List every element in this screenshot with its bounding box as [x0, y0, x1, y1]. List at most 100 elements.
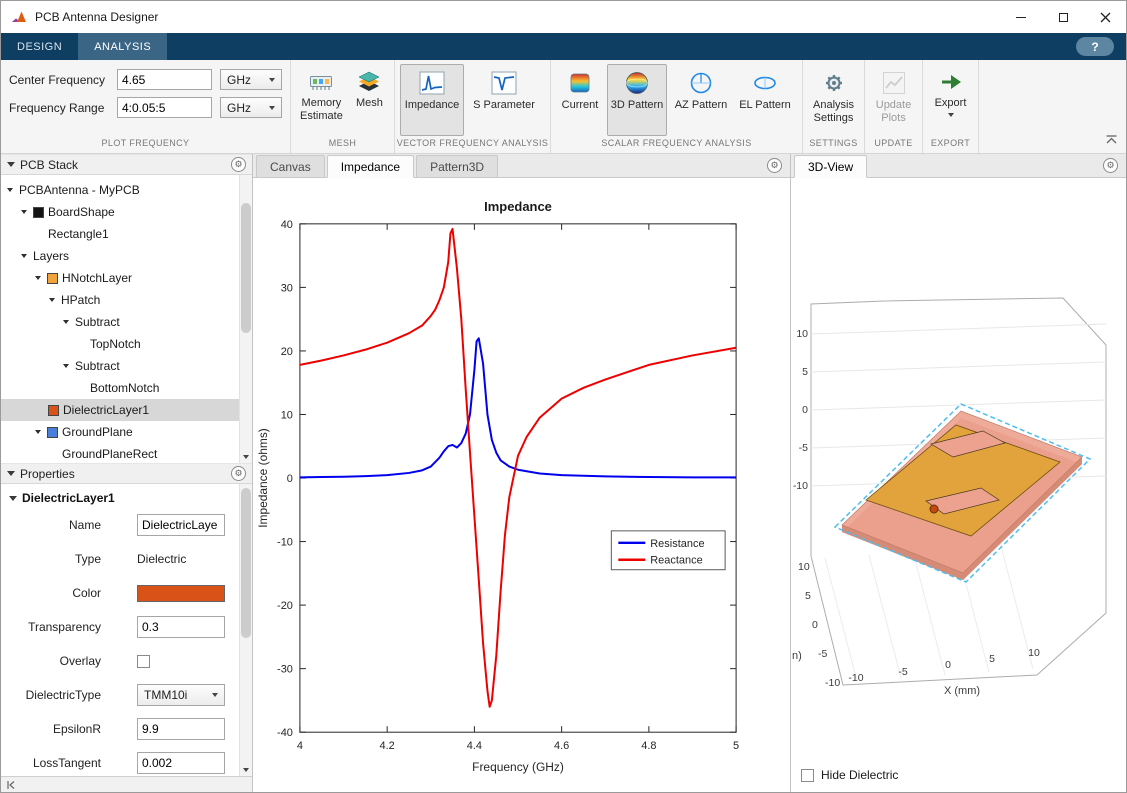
tree-item-pcbantenna-mypcb[interactable]: PCBAntenna - MyPCB [1, 179, 252, 201]
panel-tab-3d-view[interactable]: 3D-View [794, 155, 867, 178]
svg-text:-10: -10 [825, 677, 840, 689]
tree-item-hnotchlayer[interactable]: HNotchLayer [1, 267, 252, 289]
close-button[interactable] [1084, 1, 1126, 33]
svg-text:-30: -30 [277, 664, 293, 676]
chevron-down-icon [269, 78, 275, 82]
property-row-transparency: Transparency [1, 610, 252, 644]
panel-tab-canvas[interactable]: Canvas [256, 155, 325, 177]
property-swatch-color[interactable] [137, 585, 225, 602]
pcb-3d-view[interactable]: 10 5 0 -5 -10 10 5 0 -5 -10 -10 -5 0 5 [791, 178, 1125, 738]
frequency-range-input[interactable] [117, 97, 212, 118]
gear-icon[interactable]: ⚙ [1103, 158, 1118, 173]
expand-arrow-icon[interactable] [49, 298, 55, 302]
tree-item-label: BoardShape [48, 205, 115, 219]
property-input-transparency[interactable] [137, 616, 225, 638]
chevron-down-icon [243, 768, 249, 772]
chevron-down-icon [948, 113, 954, 117]
tree-item-subtract[interactable]: Subtract [1, 355, 252, 377]
panel-tab-pattern3d[interactable]: Pattern3D [416, 155, 498, 177]
tree-item-subtract[interactable]: Subtract [1, 311, 252, 333]
svg-text:0: 0 [287, 473, 293, 485]
properties-object-header[interactable]: DielectricLayer1 [1, 484, 252, 508]
el-pattern-button[interactable]: EL Pattern [735, 64, 795, 136]
scrollbar-thumb[interactable] [241, 488, 251, 638]
property-dropdown-dielectrictype[interactable]: TMM10i [137, 684, 225, 706]
expand-arrow-icon[interactable] [35, 276, 41, 280]
tree-item-label: GroundPlaneRect [62, 447, 157, 461]
tree-item-topnotch[interactable]: TopNotch [1, 333, 252, 355]
expand-arrow-icon[interactable] [63, 320, 69, 324]
expand-arrow-icon[interactable] [35, 430, 41, 434]
section-label: SETTINGS [803, 137, 864, 153]
memory-estimate-button[interactable]: Memory Estimate [296, 64, 347, 136]
property-checkbox-overlay[interactable] [137, 655, 150, 668]
properties-header[interactable]: Properties ⚙ [1, 463, 252, 484]
svg-text:10: 10 [281, 409, 293, 421]
pattern-3d-icon [624, 70, 650, 96]
mesh-button[interactable]: Mesh [350, 64, 389, 136]
ribbon-tab-design[interactable]: DESIGN [1, 33, 78, 60]
ribbon-tab-bar: DESIGNANALYSIS ? [1, 33, 1126, 60]
svg-text:40: 40 [281, 219, 293, 231]
gear-icon[interactable]: ⚙ [231, 466, 246, 481]
pcb-stack-header[interactable]: PCB Stack ⚙ [1, 154, 252, 175]
gear-icon[interactable]: ⚙ [767, 158, 782, 173]
center-tab-bar: CanvasImpedancePattern3D ⚙ [253, 154, 790, 178]
property-input-name[interactable] [137, 514, 225, 536]
tree-item-hpatch[interactable]: HPatch [1, 289, 252, 311]
button-label: Export [935, 97, 967, 110]
property-input-losstangent[interactable] [137, 752, 225, 774]
tree-item-groundplane[interactable]: GroundPlane [1, 421, 252, 443]
s-parameter-button[interactable]: S Parameter [467, 64, 541, 136]
collapse-left-panel-button[interactable] [1, 776, 252, 792]
hide-dielectric-checkbox[interactable] [801, 769, 814, 782]
analysis-settings-icon [821, 70, 847, 96]
collapse-toolstrip-button[interactable] [1105, 131, 1118, 149]
expand-arrow-icon[interactable] [21, 254, 27, 258]
section-label: UPDATE [865, 137, 922, 153]
collapse-up-icon [1105, 135, 1118, 144]
property-input-epsilonr[interactable] [137, 718, 225, 740]
impedance-button[interactable]: Impedance [400, 64, 464, 136]
current-button[interactable]: Current [556, 64, 604, 136]
scroll-down-arrow[interactable] [240, 763, 252, 776]
impedance-chart: Impedance44.24.44.64.85-40-30-20-1001020… [253, 178, 790, 792]
layer-color-icon [33, 207, 44, 218]
expand-arrow-icon[interactable] [63, 364, 69, 368]
scroll-down-arrow[interactable] [240, 450, 252, 463]
export-button[interactable]: Export [928, 64, 973, 136]
maximize-button[interactable] [1042, 1, 1084, 33]
x-axis-label: Frequency (GHz) [472, 760, 564, 774]
tree-item-layers[interactable]: Layers [1, 245, 252, 267]
help-button[interactable]: ? [1076, 37, 1114, 56]
expand-arrow-icon[interactable] [7, 188, 13, 192]
panel-tab-impedance[interactable]: Impedance [327, 155, 414, 178]
center-frequency-unit-dropdown[interactable]: GHz [220, 69, 282, 90]
frequency-range-unit-dropdown[interactable]: GHz [220, 97, 282, 118]
gear-icon[interactable]: ⚙ [231, 157, 246, 172]
chevron-down-icon [243, 455, 249, 459]
tree-scrollbar[interactable] [239, 175, 252, 463]
tree-item-bottomnotch[interactable]: BottomNotch [1, 377, 252, 399]
property-row-overlay: Overlay [1, 644, 252, 678]
section-label: PLOT FREQUENCY [1, 137, 290, 153]
expand-arrow-icon[interactable] [21, 210, 27, 214]
svg-text:4.8: 4.8 [641, 740, 656, 752]
properties-scrollbar[interactable] [239, 484, 252, 776]
section-vector-frequency-analysis: Impedance S Parameter VECTOR FREQUENCY A… [395, 60, 551, 153]
tree-item-rectangle1[interactable]: Rectangle1 [1, 223, 252, 245]
az-pattern-button[interactable]: AZ Pattern [670, 64, 732, 136]
svg-text:0: 0 [945, 659, 951, 671]
analysis-settings-button[interactable]: Analysis Settings [808, 64, 859, 136]
pattern-3d-button[interactable]: 3D Pattern [607, 64, 667, 136]
tree-item-label: HNotchLayer [62, 271, 132, 285]
minimize-button[interactable] [1000, 1, 1042, 33]
scrollbar-thumb[interactable] [241, 203, 251, 333]
tree-item-boardshape[interactable]: BoardShape [1, 201, 252, 223]
svg-text:5: 5 [805, 590, 811, 602]
center-frequency-input[interactable] [117, 69, 212, 90]
property-row-losstangent: LossTangent [1, 746, 252, 776]
ribbon-tab-analysis[interactable]: ANALYSIS [78, 33, 167, 60]
tree-item-groundplanerect[interactable]: GroundPlaneRect [1, 443, 252, 463]
tree-item-dielectriclayer1[interactable]: DielectricLayer1 [1, 399, 252, 421]
